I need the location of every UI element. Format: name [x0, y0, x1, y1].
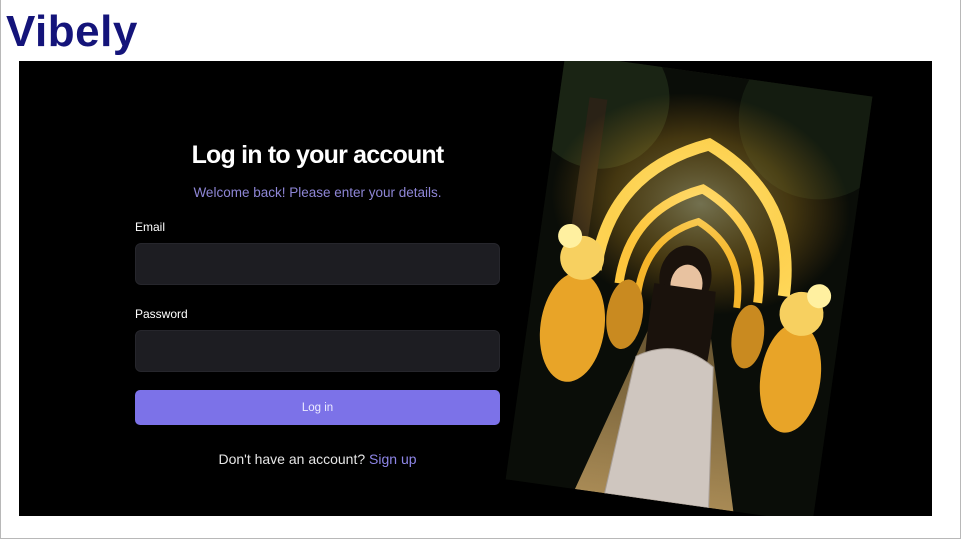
- app-frame: Vibely Log in to your account Welcome ba…: [0, 0, 961, 539]
- page-subtitle: Welcome back! Please enter your details.: [193, 185, 442, 200]
- photo-illustration: [505, 61, 873, 516]
- email-label: Email: [135, 220, 166, 234]
- login-button[interactable]: Log in: [135, 390, 500, 425]
- login-form: Log in to your account Welcome back! Ple…: [135, 61, 500, 516]
- hero-photo: [505, 61, 873, 516]
- signup-link[interactable]: Sign up: [369, 451, 416, 467]
- signup-prompt-text: Don't have an account?: [218, 451, 366, 467]
- password-field[interactable]: [135, 330, 500, 372]
- password-label: Password: [135, 307, 188, 321]
- signup-prompt: Don't have an account? Sign up: [135, 451, 500, 467]
- login-screen: Log in to your account Welcome back! Ple…: [19, 61, 932, 516]
- email-field[interactable]: [135, 243, 500, 285]
- brand-logo: Vibely: [6, 7, 138, 56]
- page-title: Log in to your account: [191, 141, 445, 169]
